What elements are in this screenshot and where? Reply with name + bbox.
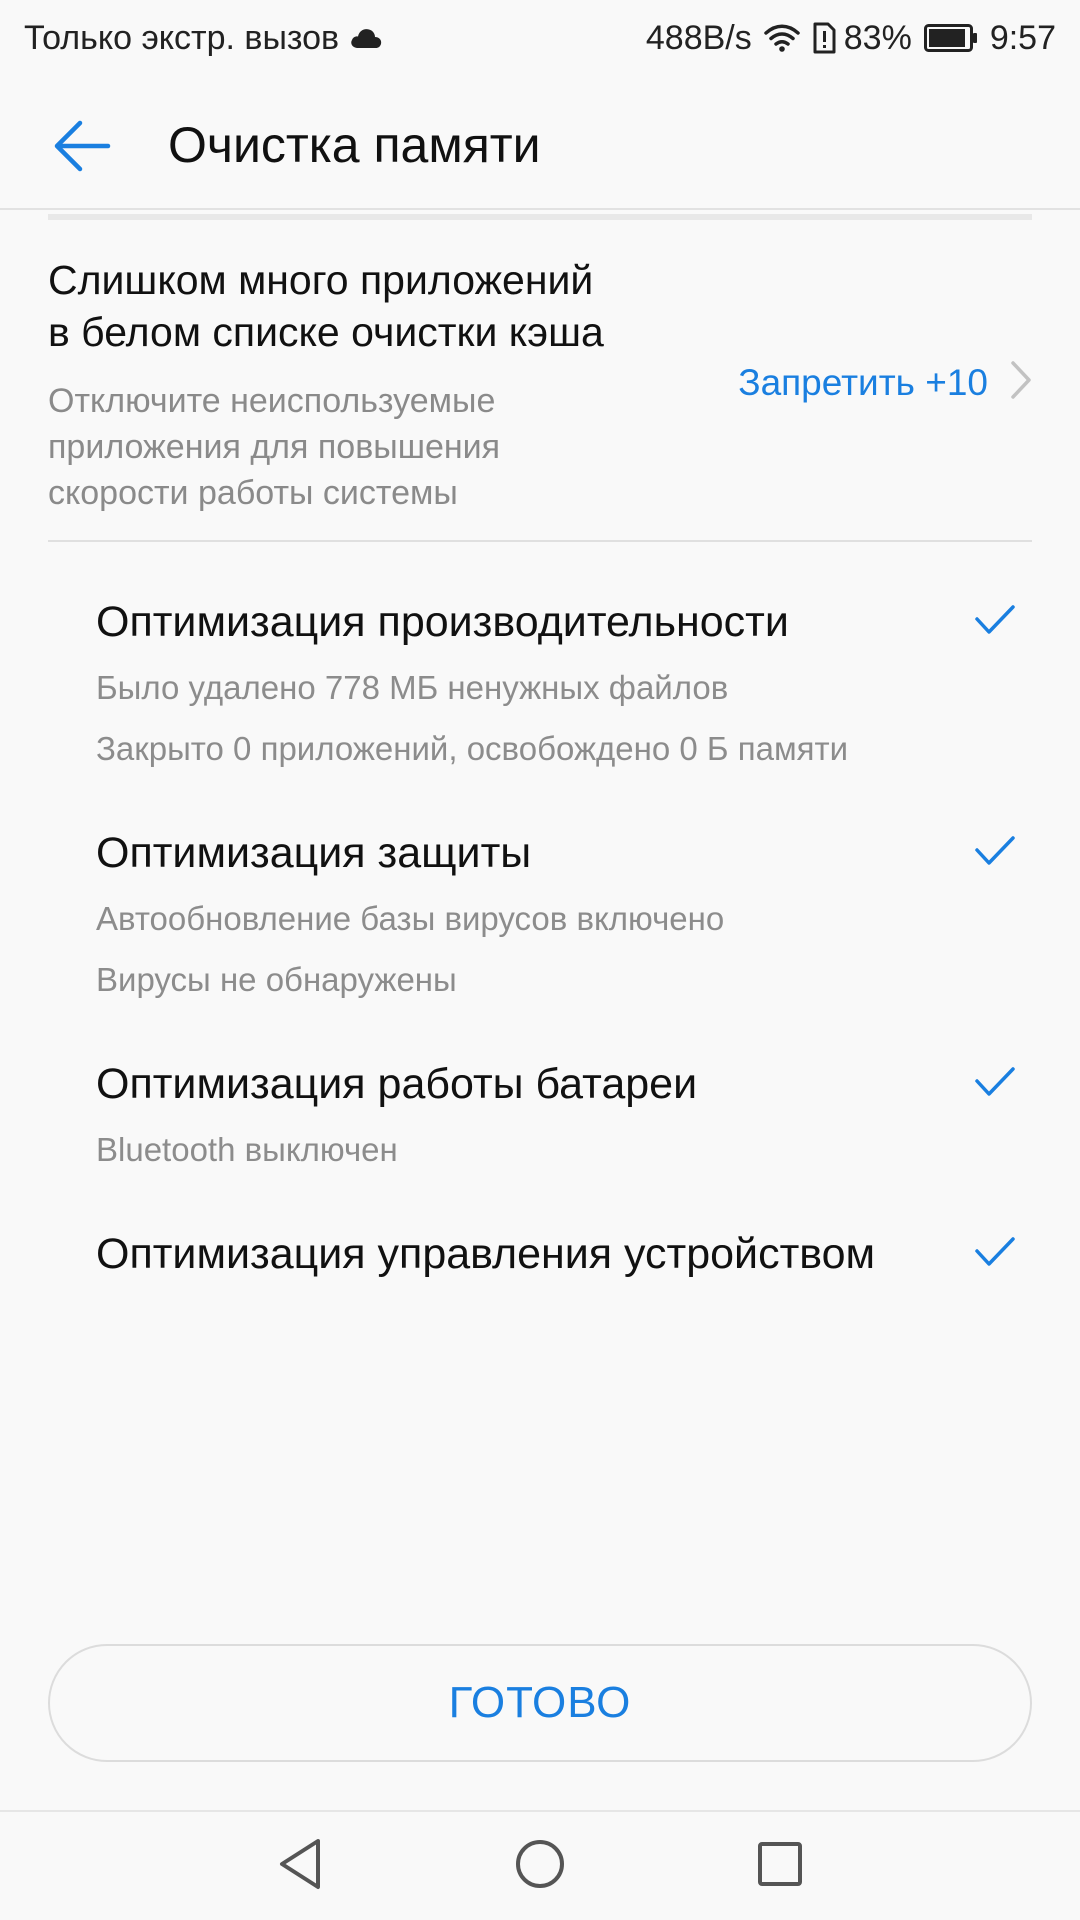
restrict-label: Запретить +10 — [738, 361, 988, 403]
app-header: Очистка памяти — [0, 76, 1080, 210]
wifi-icon — [764, 23, 800, 53]
chevron-right-icon — [1010, 360, 1032, 405]
optimization-title: Оптимизация работы батареи — [96, 1060, 698, 1108]
warning-title-line: Слишком много приложений — [48, 257, 594, 303]
whitelist-warning-card: Слишком много приложений в белом списке … — [48, 214, 1032, 542]
nav-recents-button[interactable] — [750, 1836, 810, 1896]
optimization-item-performance: Оптимизация производительности Было удал… — [96, 596, 1016, 769]
restrict-apps-button[interactable]: Запретить +10 — [738, 360, 1032, 405]
optimization-title: Оптимизация управления устройством — [96, 1230, 876, 1278]
cloud-icon — [349, 26, 383, 50]
recents-square-icon — [756, 1840, 804, 1893]
status-bar: Только экстр. вызов 488B/s 83% 9:57 — [0, 0, 1080, 76]
optimization-title: Оптимизация производительности — [96, 598, 789, 646]
done-button[interactable]: ГОТОВО — [48, 1644, 1032, 1762]
nav-back-button[interactable] — [270, 1836, 330, 1896]
battery-icon — [923, 24, 978, 52]
optimization-title: Оптимизация защиты — [96, 829, 532, 877]
battery-percent: 83% — [843, 18, 912, 57]
status-right: 488B/s 83% 9:57 — [646, 19, 1056, 58]
back-button[interactable] — [44, 114, 120, 182]
nav-home-button[interactable] — [510, 1836, 570, 1896]
checkmark-icon — [974, 604, 1016, 641]
checkmark-icon — [974, 835, 1016, 872]
arrow-left-icon — [52, 118, 112, 179]
optimization-detail: Автообновление базы вирусов включено — [96, 900, 725, 937]
optimization-item-device-management: Оптимизация управления устройством — [96, 1228, 1016, 1280]
optimization-detail: Bluetooth выключен — [96, 1131, 398, 1168]
network-speed: 488B/s — [645, 18, 752, 57]
optimization-item-security: Оптимизация защиты Автообновление базы в… — [96, 827, 1016, 1000]
warning-title: Слишком много приложений в белом списке … — [48, 254, 728, 358]
page-title: Очистка памяти — [168, 117, 541, 173]
warning-description: Отключите неиспользуемые приложения для … — [48, 378, 648, 516]
clock: 9:57 — [989, 18, 1056, 57]
home-circle-icon — [514, 1838, 566, 1895]
carrier-text: Только экстр. вызов — [24, 18, 340, 57]
checkmark-icon — [974, 1066, 1016, 1103]
optimization-item-battery: Оптимизация работы батареи Bluetooth вык… — [96, 1058, 1016, 1170]
status-left: Только экстр. вызов — [24, 19, 383, 58]
back-triangle-icon — [276, 1837, 324, 1896]
warning-desc-line: приложения для повышения — [48, 428, 501, 466]
warning-desc-line: скорости работы системы — [48, 474, 458, 512]
checkmark-icon — [974, 1236, 1016, 1273]
done-label: ГОТОВО — [448, 1678, 632, 1727]
warning-title-line: в белом списке очистки кэша — [48, 309, 604, 355]
optimization-detail: Вирусы не обнаружены — [96, 961, 457, 998]
system-navigation-bar — [0, 1810, 1080, 1920]
sim-alert-icon — [812, 22, 836, 54]
optimization-detail: Закрыто 0 приложений, освобождено 0 Б па… — [96, 730, 849, 767]
warning-desc-line: Отключите неиспользуемые — [48, 382, 496, 420]
optimization-detail: Было удалено 778 МБ ненужных файлов — [96, 669, 729, 706]
